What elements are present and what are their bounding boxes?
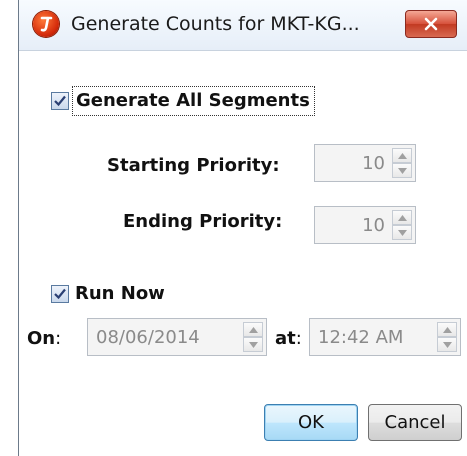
spin-up-button[interactable] xyxy=(392,148,412,163)
spin-down-button[interactable] xyxy=(392,225,412,240)
ending-priority-spin-buttons xyxy=(392,210,412,240)
arrow-down-icon xyxy=(443,342,452,348)
date-value: 08/06/2014 xyxy=(96,327,200,348)
date-spin-buttons xyxy=(243,322,263,352)
time-spinner[interactable]: 12:42 AM xyxy=(309,318,461,356)
spin-up-button[interactable] xyxy=(437,322,457,337)
ending-priority-label: Ending Priority: xyxy=(123,211,283,232)
generate-all-checkbox[interactable] xyxy=(51,92,69,110)
window-title: Generate Counts for MKT-KG... xyxy=(71,13,360,35)
on-label: On: xyxy=(27,328,62,349)
starting-priority-value: 10 xyxy=(362,153,385,174)
starting-priority-spinner[interactable]: 10 xyxy=(314,144,416,182)
spin-down-button[interactable] xyxy=(243,337,263,352)
spin-down-button[interactable] xyxy=(392,163,412,178)
spin-up-button[interactable] xyxy=(392,210,412,225)
at-label: at: xyxy=(275,328,302,349)
arrow-up-icon xyxy=(443,327,452,333)
spin-down-button[interactable] xyxy=(437,337,457,352)
arrow-down-icon xyxy=(398,230,407,236)
app-logo-icon xyxy=(33,11,59,37)
checkmark-icon xyxy=(54,95,66,107)
ending-priority-spinner[interactable]: 10 xyxy=(314,206,416,244)
arrow-up-icon xyxy=(249,327,258,333)
dialog-window: Generate Counts for MKT-KG... Generate A… xyxy=(18,0,467,456)
starting-priority-spin-buttons xyxy=(392,148,412,178)
arrow-up-icon xyxy=(398,215,407,221)
checkmark-icon xyxy=(54,288,66,300)
arrow-up-icon xyxy=(398,153,407,159)
arrow-down-icon xyxy=(249,342,258,348)
ending-priority-value: 10 xyxy=(362,215,385,236)
screen: Generate Counts for MKT-KG... Generate A… xyxy=(0,0,467,456)
date-spinner[interactable]: 08/06/2014 xyxy=(87,318,267,356)
generate-all-label[interactable]: Generate All Segments xyxy=(72,86,315,116)
close-button[interactable] xyxy=(405,10,457,38)
spin-up-button[interactable] xyxy=(243,322,263,337)
time-value: 12:42 AM xyxy=(318,327,404,348)
starting-priority-label: Starting Priority: xyxy=(107,155,280,176)
run-now-label[interactable]: Run Now xyxy=(75,283,165,304)
cancel-button[interactable]: Cancel xyxy=(368,404,462,441)
title-bar[interactable]: Generate Counts for MKT-KG... xyxy=(19,0,467,51)
arrow-down-icon xyxy=(398,168,407,174)
ok-button[interactable]: OK xyxy=(264,404,358,441)
run-now-checkbox[interactable] xyxy=(51,285,69,303)
time-spin-buttons xyxy=(437,322,457,352)
close-x-icon xyxy=(424,17,438,31)
